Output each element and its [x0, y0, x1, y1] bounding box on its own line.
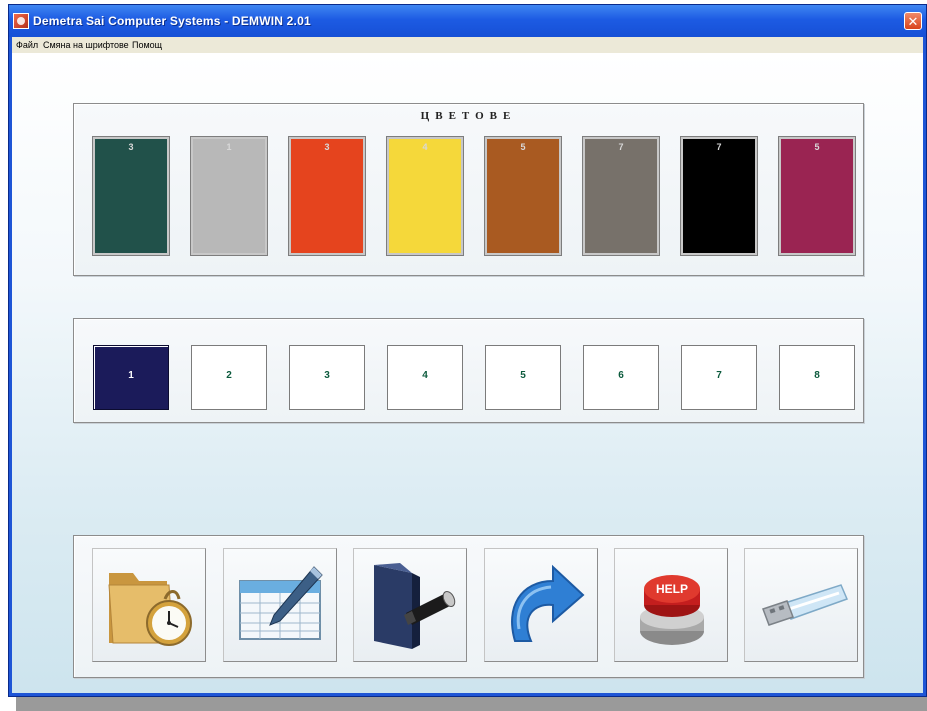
slot-5[interactable]: 5 [485, 345, 561, 410]
menu-bar: Файл Смяна на шрифтове Помощ [12, 37, 923, 53]
slot-label: 4 [422, 370, 428, 381]
open-archive-button[interactable] [92, 548, 206, 662]
swatch-label: 5 [520, 142, 526, 152]
help-icon-text: HELP [656, 582, 688, 596]
slot-label: 6 [618, 370, 624, 381]
menu-help[interactable]: Помощ [132, 40, 162, 50]
colors-panel-title: ЦВЕТОВЕ [420, 110, 517, 122]
color-swatch-8[interactable]: 5 [779, 137, 855, 255]
colors-panel: ЦВЕТОВЕ 3 1 3 4 5 7 7 5 [73, 103, 864, 276]
menu-change-fonts[interactable]: Смяна на шрифтове [43, 40, 129, 50]
swatch-label: 3 [128, 142, 134, 152]
slot-label: 5 [520, 370, 526, 381]
swatch-label: 4 [422, 142, 428, 152]
slot-3[interactable]: 3 [289, 345, 365, 410]
title-bar[interactable]: Demetra Sai Computer Systems - DEMWIN 2.… [9, 5, 926, 37]
search-button[interactable] [353, 548, 467, 662]
app-window: Demetra Sai Computer Systems - DEMWIN 2.… [8, 4, 927, 697]
slot-label: 8 [814, 370, 820, 381]
slot-label: 7 [716, 370, 722, 381]
swatch-label: 5 [814, 142, 820, 152]
client-area: ЦВЕТОВЕ 3 1 3 4 5 7 7 5 1 2 3 4 5 6 7 8 [12, 53, 923, 693]
edit-table-button[interactable] [223, 548, 337, 662]
color-swatch-2[interactable]: 1 [191, 137, 267, 255]
spreadsheet-edit-icon [239, 566, 323, 640]
color-swatch-1[interactable]: 3 [93, 137, 169, 255]
usb-drive-icon [762, 584, 849, 626]
color-swatch-7[interactable]: 7 [681, 137, 757, 255]
color-swatch-6[interactable]: 7 [583, 137, 659, 255]
help-button-icon: HELP [640, 575, 704, 645]
slot-label: 1 [128, 370, 134, 381]
window-title: Demetra Sai Computer Systems - DEMWIN 2.… [33, 14, 311, 28]
slot-2[interactable]: 2 [191, 345, 267, 410]
folder-flashlight-icon [374, 563, 456, 649]
slot-1[interactable]: 1 [93, 345, 169, 410]
slot-4[interactable]: 4 [387, 345, 463, 410]
folder-clock-icon [108, 573, 192, 646]
color-swatch-5[interactable]: 5 [485, 137, 561, 255]
slots-panel: 1 2 3 4 5 6 7 8 [73, 318, 864, 423]
close-button[interactable]: ✕ [904, 12, 922, 30]
app-icon[interactable] [13, 13, 29, 29]
redo-arrow-icon [511, 564, 585, 642]
slot-6[interactable]: 6 [583, 345, 659, 410]
slot-label: 3 [324, 370, 330, 381]
slot-label: 2 [226, 370, 232, 381]
tools-panel: HELP [73, 535, 864, 678]
menu-file[interactable]: Файл [16, 40, 38, 50]
slot-7[interactable]: 7 [681, 345, 757, 410]
swatch-label: 3 [324, 142, 330, 152]
color-swatch-3[interactable]: 3 [289, 137, 365, 255]
redo-button[interactable] [484, 548, 598, 662]
usb-export-button[interactable] [744, 548, 858, 662]
swatch-label: 7 [618, 142, 624, 152]
help-button[interactable]: HELP [614, 548, 728, 662]
swatch-label: 7 [716, 142, 722, 152]
color-swatch-4[interactable]: 4 [387, 137, 463, 255]
swatch-label: 1 [226, 142, 232, 152]
slot-8[interactable]: 8 [779, 345, 855, 410]
